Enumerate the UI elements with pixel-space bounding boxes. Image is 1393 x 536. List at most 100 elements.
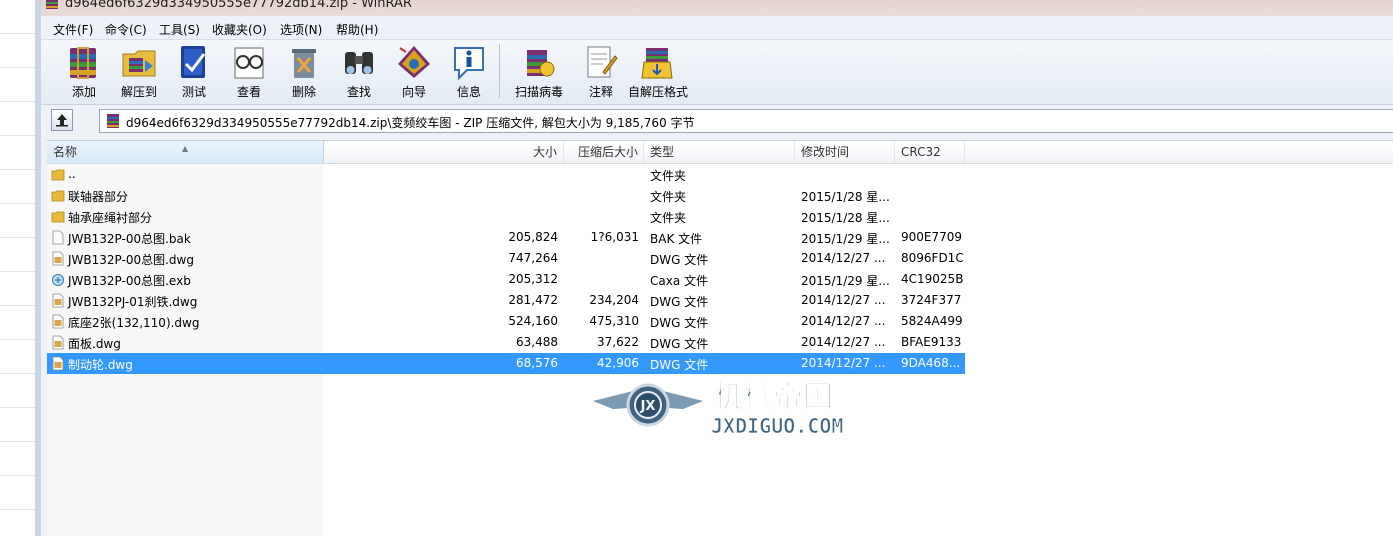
file-modified: 2015/1/29 星... xyxy=(801,232,890,246)
file-type: BAK 文件 xyxy=(650,232,703,246)
file-packed-size: 1?6,031 xyxy=(590,230,639,244)
menu-help[interactable]: 帮助(H) xyxy=(332,20,382,39)
header-modified[interactable]: 修改时间 xyxy=(795,141,895,163)
file-row[interactable]: 底座2张(132,110).dwg 524,160 475,310 DWG 文件 201… xyxy=(47,311,965,332)
delete-button[interactable]: 删除 xyxy=(276,42,332,102)
file-crc: 8096FD1C xyxy=(901,251,964,265)
file-row[interactable]: JWB132PJ-01刹铁.dwg 281,472 234,204 DWG 文件 201… xyxy=(47,290,965,311)
add-label: 添加 xyxy=(71,85,96,99)
comment-icon xyxy=(587,46,618,78)
file-modified: 2015/1/28 星... xyxy=(801,211,890,225)
file-row[interactable]: JWB132P-00总图.dwg 747,264 DWG 文件 2014/12/27 … xyxy=(47,248,965,269)
add-button[interactable]: 添加 xyxy=(56,42,112,102)
archive-icon xyxy=(107,114,119,128)
file-row[interactable]: JWB132P-00总图.exb 205,312 Caxa 文件 2015/1/29 … xyxy=(47,269,965,290)
file-modified: 2014/12/27 ... xyxy=(801,314,886,328)
wizard-label: 向导 xyxy=(401,85,426,99)
menu-favorites[interactable]: 收藏夹(O) xyxy=(208,20,271,39)
file-list[interactable]: 名称 ▲ 大小 压缩后大小 类型 修改时间 CRC32 .. 文件夹 联轴器部分 文件… xyxy=(47,140,1393,536)
watermark-logo: JX 机械帝国 JXDIGUO.COM xyxy=(593,380,844,438)
view-icon xyxy=(234,47,264,79)
add-archive-icon xyxy=(70,47,96,79)
column-header: 名称 ▲ 大小 压缩后大小 类型 修改时间 CRC32 xyxy=(47,141,1393,164)
file-row[interactable]: JWB132P-00总图.bak 205,824 1?6,031 BAK 文件 2015… xyxy=(47,227,965,248)
file-row[interactable]: 制动轮.dwg 68,576 42,906 DWG 文件 2014/12/27 ... 9… xyxy=(47,353,965,374)
menu-options[interactable]: 选项(N) xyxy=(276,20,326,39)
file-crc: 9DA468... xyxy=(901,356,961,370)
wizard-icon xyxy=(398,46,430,78)
file-size: 747,264 xyxy=(508,251,558,265)
header-packed-label: 压缩后大小 xyxy=(577,145,638,159)
menu-tools[interactable]: 工具(S) xyxy=(155,20,204,39)
find-button[interactable]: 查找 xyxy=(331,42,387,102)
view-label: 查看 xyxy=(236,85,261,99)
header-packed[interactable]: 压缩后大小 xyxy=(564,141,644,163)
info-button[interactable]: 信息 xyxy=(441,42,497,102)
file-packed-size: 42,906 xyxy=(597,356,639,370)
file-size: 205,312 xyxy=(508,272,558,286)
find-binoculars-icon xyxy=(345,52,373,74)
scan-virus-button[interactable]: 扫描病毒 xyxy=(507,42,571,102)
dwg-file-icon xyxy=(52,356,64,371)
extract-to-button[interactable]: 解压到 xyxy=(111,42,167,102)
file-modified: 2014/12/27 ... xyxy=(801,356,886,370)
header-name[interactable]: 名称 ▲ xyxy=(47,141,324,163)
file-modified: 2014/12/27 ... xyxy=(801,293,886,307)
file-name: 轴承座绳衬部分 xyxy=(68,211,153,225)
background-window-strip xyxy=(0,0,36,536)
file-row[interactable]: 联轴器部分 文件夹 2015/1/28 星... xyxy=(47,185,965,206)
file-name: JWB132P-00总图.dwg xyxy=(68,253,194,267)
header-type[interactable]: 类型 xyxy=(644,141,795,163)
file-crc: 3724F377 xyxy=(901,293,962,307)
header-modified-label: 修改时间 xyxy=(801,145,850,159)
test-label: 测试 xyxy=(181,85,206,99)
file-name: JWB132P-00总图.bak xyxy=(68,232,191,246)
sfx-label: 自解压格式 xyxy=(627,85,688,99)
file-type: 文件夹 xyxy=(650,169,687,183)
sfx-button[interactable]: 自解压格式 xyxy=(623,42,693,102)
up-arrow-icon xyxy=(56,114,68,127)
find-label: 查找 xyxy=(346,85,371,99)
file-type: Caxa 文件 xyxy=(650,274,709,288)
file-crc: 5824A499 xyxy=(901,314,963,328)
path-field[interactable]: d964ed6f6329d334950555e77792db14.zip\变频绞… xyxy=(99,109,1393,133)
menu-commands[interactable]: 命令(C) xyxy=(101,20,151,39)
file-icon xyxy=(52,230,64,245)
file-type: DWG 文件 xyxy=(650,316,709,330)
dwg-file-icon xyxy=(52,293,64,308)
up-folder-button[interactable] xyxy=(51,109,73,131)
file-packed-size: 475,310 xyxy=(589,314,639,328)
file-name: 制动轮.dwg xyxy=(68,358,133,372)
file-row[interactable]: .. 文件夹 xyxy=(47,164,965,185)
file-type: DWG 文件 xyxy=(650,337,709,351)
header-type-label: 类型 xyxy=(650,145,675,159)
dwg-file-icon xyxy=(52,251,64,266)
header-size-label: 大小 xyxy=(532,145,557,159)
file-size: 63,488 xyxy=(516,335,558,349)
wizard-button[interactable]: 向导 xyxy=(386,42,442,102)
file-name: 底座2张(132,110).dwg xyxy=(68,316,200,330)
view-button[interactable]: 查看 xyxy=(221,42,277,102)
file-row[interactable]: 面板.dwg 63,488 37,622 DWG 文件 2014/12/27 ... BF… xyxy=(47,332,965,353)
file-packed-size: 234,204 xyxy=(589,293,639,307)
header-size[interactable]: 大小 xyxy=(324,141,564,163)
file-row[interactable]: 轴承座绳衬部分 文件夹 2015/1/28 星... xyxy=(47,206,965,227)
file-size: 68,576 xyxy=(516,356,558,370)
file-size: 205,824 xyxy=(508,230,558,244)
file-name: .. xyxy=(68,167,76,181)
header-crc[interactable]: CRC32 xyxy=(895,141,965,163)
info-label: 信息 xyxy=(456,85,481,99)
file-type: 文件夹 xyxy=(650,211,687,225)
delete-label: 删除 xyxy=(291,85,316,99)
file-name: JWB132PJ-01刹铁.dwg xyxy=(68,295,198,309)
comment-button[interactable]: 注释 xyxy=(573,42,629,102)
menu-file[interactable]: 文件(F) xyxy=(49,20,97,39)
title-bar[interactable]: d964ed6f6329d334950555e77792db14.zip - W… xyxy=(41,0,1393,16)
watermark-domain: JXDIGUO.COM xyxy=(711,414,843,438)
path-text: d964ed6f6329d334950555e77792db14.zip\变频绞… xyxy=(126,116,695,130)
winrar-app-icon xyxy=(46,0,58,9)
test-button[interactable]: 测试 xyxy=(166,42,222,102)
dwg-file-icon xyxy=(52,335,64,350)
file-type: 文件夹 xyxy=(650,190,687,204)
extract-to-icon xyxy=(122,50,156,77)
